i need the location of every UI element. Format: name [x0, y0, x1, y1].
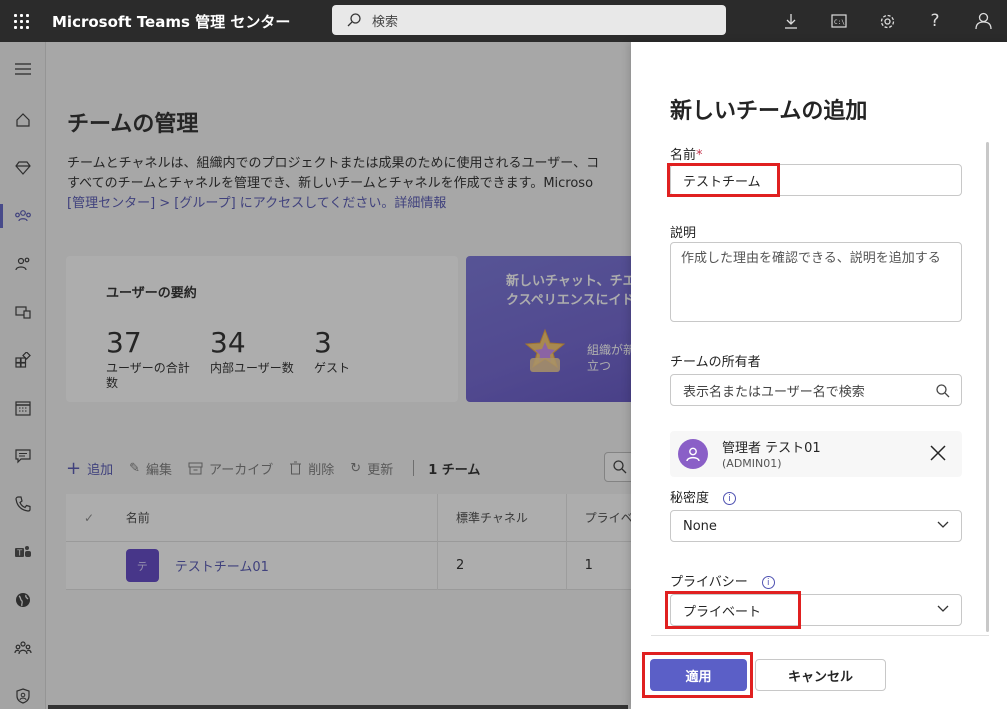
owner-chip: 管理者 テスト01 (ADMIN01): [670, 431, 962, 477]
required-mark: *: [696, 148, 703, 163]
search-icon: [936, 384, 950, 398]
owner-id: (ADMIN01): [722, 457, 782, 470]
cancel-button[interactable]: キャンセル: [755, 659, 886, 691]
panel-title: 新しいチームの追加: [670, 99, 868, 124]
download-icon[interactable]: [767, 0, 815, 42]
search-icon: [347, 13, 361, 27]
help-icon[interactable]: ?: [911, 0, 959, 42]
owner-label: チームの所有者: [670, 355, 761, 370]
privacy-dropdown[interactable]: プライベート: [670, 594, 962, 626]
description-placeholder: 作成した理由を確認できる、説明を追加する: [681, 251, 941, 266]
team-name-input[interactable]: テストチーム: [670, 164, 962, 196]
search-input[interactable]: 検索: [332, 5, 726, 35]
info-icon[interactable]: i: [761, 576, 775, 589]
search-placeholder: 検索: [372, 14, 399, 30]
chevron-down-icon: [937, 605, 949, 612]
description-textarea[interactable]: 作成した理由を確認できる、説明を追加する: [670, 242, 962, 322]
name-label: 名前: [670, 148, 697, 163]
privacy-value: プライベート: [683, 604, 762, 620]
person-icon: [686, 447, 700, 461]
sensitivity-field-label: 秘密度 i: [670, 487, 737, 506]
info-icon[interactable]: i: [723, 492, 737, 505]
description-label: 説明: [670, 226, 697, 241]
owner-name: 管理者 テスト01: [722, 441, 821, 456]
horizontal-scrollbar[interactable]: [48, 705, 628, 709]
name-field-label: 名前*: [670, 144, 703, 163]
apply-button[interactable]: 適用: [650, 659, 747, 691]
app-title: Microsoft Teams 管理 センター: [52, 12, 291, 31]
avatar: [678, 439, 708, 469]
chevron-down-icon: [937, 521, 949, 528]
privacy-label: プライバシー: [670, 575, 748, 590]
gear-icon[interactable]: [863, 0, 911, 42]
panel-scrollbar[interactable]: [986, 142, 989, 632]
sensitivity-dropdown[interactable]: None: [670, 510, 962, 542]
modal-overlay[interactable]: [0, 42, 631, 709]
sensitivity-label: 秘密度: [670, 491, 710, 506]
svg-text:C:\: C:\: [834, 19, 845, 26]
app-launcher-icon[interactable]: [0, 0, 42, 42]
privacy-field-label: プライバシー i: [670, 571, 775, 590]
owner-search-placeholder: 表示名またはユーザー名で検索: [683, 384, 865, 400]
sensitivity-value: None: [683, 518, 717, 534]
top-bar: Microsoft Teams 管理 センター 検索 C:\ ?: [0, 0, 1007, 42]
user-icon[interactable]: [959, 0, 1007, 42]
team-name-value: テストチーム: [683, 174, 761, 190]
owner-search-input[interactable]: 表示名またはユーザー名で検索: [670, 374, 962, 406]
close-icon[interactable]: [928, 443, 948, 463]
terminal-icon[interactable]: C:\: [815, 0, 863, 42]
add-team-panel: 新しいチームの追加 名前* テストチーム 説明 作成した理由を確認できる、説明を…: [631, 42, 1007, 709]
footer-divider: [651, 635, 989, 636]
